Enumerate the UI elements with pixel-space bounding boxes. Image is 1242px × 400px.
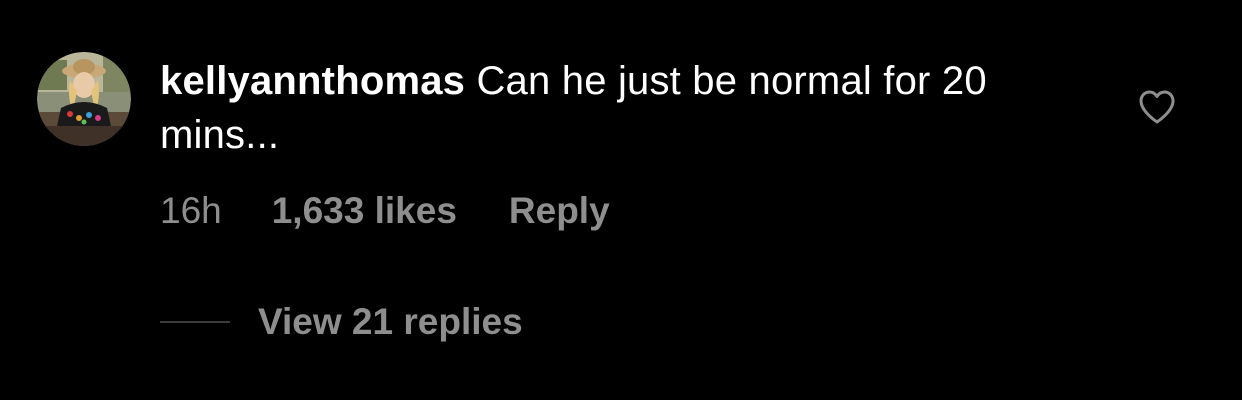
comment-likes-count[interactable]: 1,633 likes <box>272 190 457 232</box>
comment-item: kellyannthomas Can he just be normal for… <box>0 0 1242 400</box>
heart-outline-icon[interactable] <box>1138 89 1176 125</box>
comment-timestamp: 16h <box>160 190 222 231</box>
user-avatar[interactable] <box>37 52 131 146</box>
view-replies-button[interactable]: View 21 replies <box>160 298 523 346</box>
comment-meta: 16h 1,633 likes Reply <box>160 187 610 235</box>
comment-body: kellyannthomas Can he just be normal for… <box>160 54 1040 162</box>
view-replies-label: View 21 replies <box>258 301 523 342</box>
comment-username[interactable]: kellyannthomas <box>160 59 465 103</box>
avatar-image <box>37 52 131 146</box>
reply-button[interactable]: Reply <box>509 190 610 232</box>
replies-divider <box>160 321 230 323</box>
